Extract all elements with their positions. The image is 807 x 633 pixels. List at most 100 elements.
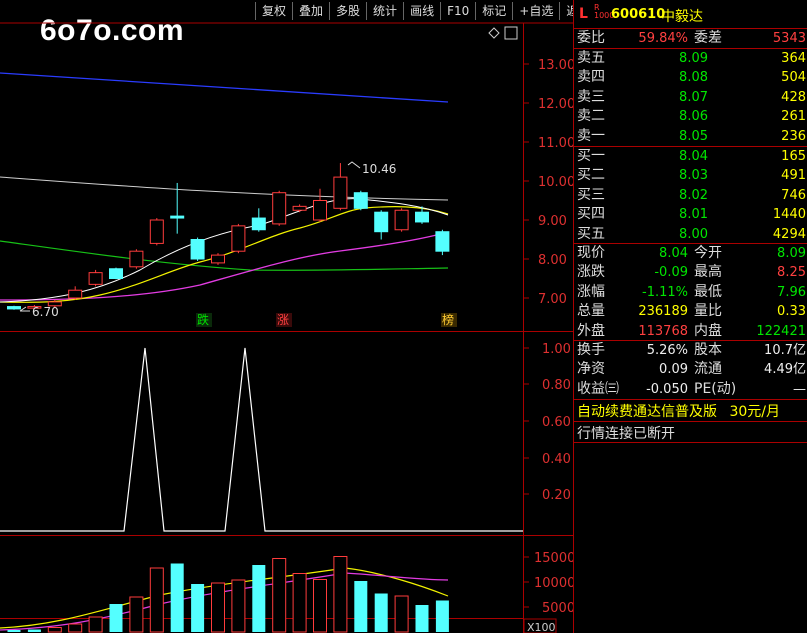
order-ratio-row: 委比 59.84% 委差 5343: [574, 29, 807, 48]
quote-stat-row: 总量 236189 量比 0.33: [574, 302, 807, 321]
row-value: 236189: [638, 304, 688, 320]
volume-axis-label: 5000: [542, 601, 573, 616]
row-value: 8.07: [679, 89, 708, 105]
row-label-2: 内盘: [694, 322, 722, 339]
quote-stat-row: 涨跌 -0.09 最高 8.25: [574, 263, 807, 282]
ma-line-blue: [0, 72, 449, 103]
sell-level-row: 卖三 8.07 428: [574, 88, 807, 107]
tag-rank[interactable]: 榜: [442, 312, 454, 327]
weicha-label: 委差: [694, 30, 722, 46]
indicator-axis-label: 1.00: [542, 342, 571, 357]
candle-body: [415, 211, 429, 223]
row-label-2: 最低: [694, 283, 722, 300]
row-label: 买四: [577, 206, 605, 223]
price-axis-label: 13.00: [538, 58, 573, 73]
row-value: -1.11%: [642, 284, 688, 300]
indicator-axis-label: 0.80: [542, 378, 571, 393]
volume-bar: [272, 558, 287, 633]
volume-bar: [231, 579, 246, 633]
price-axis-label: 11.00: [538, 136, 573, 151]
buy-level-row: 买五 8.00 4294: [574, 225, 807, 244]
row-value: 8.01: [679, 207, 708, 223]
row-value-2: 364: [781, 51, 806, 66]
row-label-2: 流通: [694, 361, 722, 378]
price-axis-label: 12.00: [538, 97, 573, 112]
row-value-2: 8.09: [777, 246, 806, 261]
row-value: -0.09: [654, 265, 688, 281]
tag-rise[interactable]: 涨: [277, 312, 289, 327]
volume-bar: [68, 623, 83, 633]
tag-fall[interactable]: 跌: [197, 312, 209, 327]
sell-level-row: 卖二 8.06 261: [574, 107, 807, 126]
row-value-2: 0.33: [777, 304, 806, 320]
row-label: 卖五: [577, 50, 605, 66]
low-price-label: 6.70: [32, 305, 59, 319]
stock-terminal-window: 6o7o.com 复权 叠加 多股 统计 画线 F10 标记 +自选 返回: [0, 0, 807, 633]
row-value: 8.04: [679, 149, 708, 164]
sell-level-row: 卖一 8.05 236: [574, 127, 807, 146]
volume-bar: [211, 582, 225, 633]
volume-axis-label: 15000: [534, 551, 573, 566]
row-value-2: 261: [781, 109, 806, 125]
volume-unit-label: X100: [527, 621, 556, 633]
volume-bar: [292, 573, 307, 633]
volume-bar: [7, 630, 21, 632]
weibi-label: 委比: [577, 30, 605, 46]
row-value-2: 746: [781, 187, 806, 203]
candle-body: [374, 211, 389, 233]
indicator-axis-label: 0.60: [542, 415, 571, 430]
volume-bar: [47, 627, 62, 633]
fundamental-row: 收益㈢ -0.050 PE(动) —: [574, 380, 807, 399]
row-value-2: 165: [781, 149, 806, 164]
volume-bar: [129, 596, 144, 633]
candle-body: [313, 200, 327, 221]
candle-body: [435, 231, 450, 252]
row-label: 现价: [577, 245, 605, 261]
candle-body: [190, 239, 205, 260]
diamond-icon: [488, 27, 500, 39]
candle-body: [333, 176, 348, 209]
row-label: 总量: [577, 303, 605, 320]
sell-level-row: 卖四 8.08 504: [574, 68, 807, 87]
row-label: 买二: [577, 167, 605, 184]
row-label: 卖二: [577, 108, 605, 125]
row-value-2: 7.96: [777, 284, 806, 300]
row-label: 卖四: [577, 69, 605, 86]
indicator-axis-label: 0.40: [542, 452, 571, 467]
row-label: 换手: [577, 342, 605, 358]
candle-body: [292, 205, 307, 211]
buy-level-row: 买二 8.03 491: [574, 166, 807, 185]
volume-bars-layer: [7, 556, 449, 633]
weicha-value: 5343: [772, 31, 806, 46]
quote-stat-row: 现价 8.04 今开 8.09: [574, 244, 807, 263]
subscription-notice[interactable]: 自动续费通达信普及版 30元/月: [577, 401, 780, 421]
stock-code: 600610: [611, 7, 666, 22]
row-label-2: 股本: [694, 342, 722, 358]
row-value-2: —: [793, 381, 806, 397]
kline-chart-area[interactable]: 13.00 12.00 11.00 10.00 9.00 8.00 7.00 1…: [0, 0, 573, 633]
volume-bar: [252, 565, 266, 632]
candle-body: [231, 225, 246, 252]
row-label-2: 今开: [694, 245, 722, 261]
ma-line-white: [0, 176, 449, 201]
row-label-2: 最高: [694, 264, 722, 281]
candle-body: [272, 192, 287, 225]
row-label: 净资: [577, 361, 605, 378]
price-axis-label: 7.00: [538, 292, 567, 307]
row-label: 买五: [577, 225, 605, 242]
row-value-2: 122421: [756, 323, 806, 339]
buy-level-row: 买一 8.04 165: [574, 147, 807, 166]
volume-bar: [435, 600, 449, 632]
row-value-2: 8.25: [777, 265, 806, 281]
chart-scroll-box: [504, 26, 518, 40]
candle-body: [211, 254, 225, 264]
row-value: 0.09: [659, 362, 688, 378]
indicator-line-layer: [0, 347, 523, 532]
stock-level-tag: L: [579, 6, 588, 22]
candle-body: [88, 272, 103, 285]
volume-bar: [191, 584, 205, 632]
row-label: 涨跌: [577, 264, 605, 281]
row-label: 外盘: [577, 322, 605, 339]
candle-body: [129, 250, 144, 268]
volume-bar: [394, 595, 409, 633]
